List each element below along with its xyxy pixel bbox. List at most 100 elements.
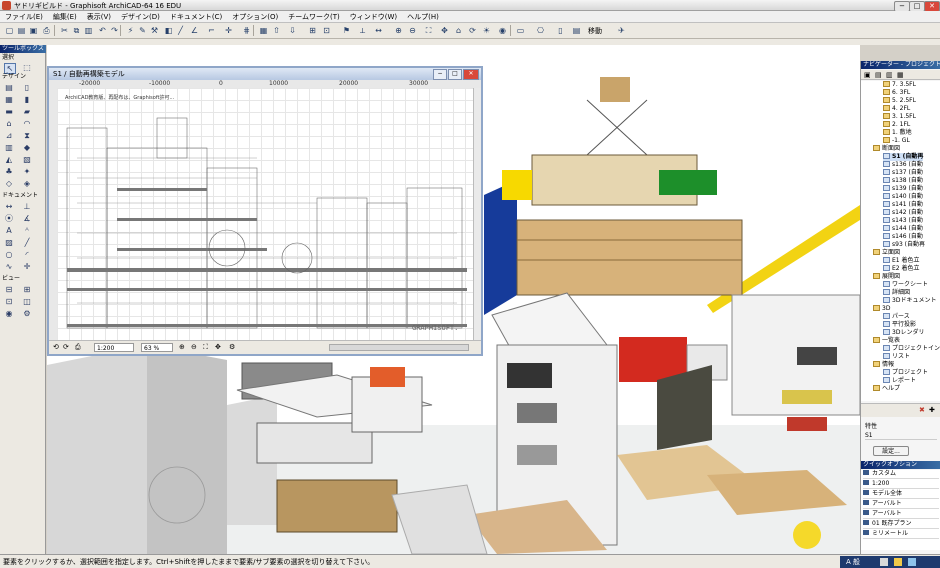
redo-zoom-icon[interactable]: ⟳ xyxy=(63,343,69,351)
menu-options[interactable]: オプション(O) xyxy=(227,11,283,22)
project-map-icon[interactable]: ▣ xyxy=(864,71,871,79)
walk-icon[interactable]: ✈ xyxy=(615,25,628,38)
mesh-tool-icon[interactable]: ◭ xyxy=(4,155,14,164)
section-minimize-button[interactable]: − xyxy=(433,69,447,80)
menu-teamwork[interactable]: チームワーク(T) xyxy=(283,11,345,22)
quick-option-row[interactable]: ミリメートル xyxy=(863,530,939,539)
quick-option-row[interactable]: アーバルト xyxy=(863,510,939,519)
menu-window[interactable]: ウィンドウ(W) xyxy=(345,11,402,22)
dimension-icon[interactable]: ↔ xyxy=(372,25,385,38)
hotspot-tool-icon[interactable]: ✛ xyxy=(22,262,32,271)
menu-view[interactable]: 表示(V) xyxy=(82,11,116,22)
nav-item[interactable]: s141 (自動 xyxy=(883,201,923,209)
nav-item[interactable]: プロジェクト xyxy=(883,369,928,377)
angle-dimension-icon[interactable]: ∡ xyxy=(22,214,32,223)
nav-item[interactable]: -1. GL xyxy=(883,137,910,145)
nav-item[interactable]: s140 (自動 xyxy=(883,193,923,201)
fit-in-window-icon[interactable]: ⛶ xyxy=(203,343,208,352)
section-view-icon[interactable]: ⊞ xyxy=(306,25,319,38)
object-tool-icon[interactable]: ♣ xyxy=(4,167,14,176)
settings-button[interactable]: 設定... xyxy=(873,446,909,456)
nav-item[interactable]: E1 着色立 xyxy=(883,257,920,265)
settings-icon[interactable]: ⚙ xyxy=(229,343,235,351)
layout-icon[interactable]: ▯ xyxy=(554,25,567,38)
tray-icon[interactable] xyxy=(880,558,888,566)
quick-option-row[interactable]: モデル全体 xyxy=(863,490,939,499)
snap-icon[interactable]: ⌐ xyxy=(205,25,218,38)
quick-option-row[interactable]: カスタム xyxy=(863,470,939,479)
trim-icon[interactable]: ✛ xyxy=(222,25,235,38)
fit-window-icon[interactable]: ⛶ xyxy=(422,25,435,38)
lamp-tool-icon[interactable]: ✦ xyxy=(22,167,32,176)
slab-tool-icon[interactable]: ▰ xyxy=(22,107,32,116)
nav-item[interactable]: ワークシート xyxy=(883,281,928,289)
delete-icon[interactable]: ✖ xyxy=(919,406,925,414)
corner-window-icon[interactable]: ◈ xyxy=(22,179,32,188)
new-view-icon[interactable]: ✚ xyxy=(929,406,935,414)
nav-item[interactable]: 断面図 xyxy=(873,145,900,153)
nav-item[interactable]: s137 (自動 xyxy=(883,169,923,177)
elevation-tool-icon[interactable]: ⊞ xyxy=(22,285,32,294)
section-vertical-scrollbar[interactable] xyxy=(473,88,481,340)
nav-item[interactable]: 展開図 xyxy=(873,273,900,281)
flag-icon[interactable]: ⚑ xyxy=(340,25,353,38)
circle-tool-icon[interactable]: ○ xyxy=(4,250,14,259)
arrow-down-icon[interactable]: ⇩ xyxy=(286,25,299,38)
plan-icon[interactable]: ▦ xyxy=(257,25,270,38)
paste-icon[interactable]: ▥ xyxy=(82,25,95,38)
nav-item[interactable]: 3. 1.5FL xyxy=(883,113,916,121)
nav-item[interactable]: s146 (自動 xyxy=(883,233,923,241)
nav-item[interactable]: 4. 2FL xyxy=(883,105,910,113)
home-icon[interactable]: ⌂ xyxy=(452,25,465,38)
shell-tool-icon[interactable]: ◠ xyxy=(22,119,32,128)
menu-design[interactable]: デザイン(D) xyxy=(116,11,165,22)
arrow-up-icon[interactable]: ⇧ xyxy=(270,25,283,38)
nav-item[interactable]: s138 (自動 xyxy=(883,177,923,185)
nav-item[interactable]: 7. 3.5FL xyxy=(883,81,916,89)
section-window-titlebar[interactable]: S1 / 自動再構築モデル − □ ✕ xyxy=(49,68,481,80)
radial-dimension-icon[interactable]: ⦿ xyxy=(4,214,14,223)
nav-item[interactable]: パース xyxy=(883,313,910,321)
ime-indicator[interactable]: A 般 xyxy=(846,557,860,567)
nav-item[interactable]: 立面図 xyxy=(873,249,900,257)
nav-item[interactable]: 詳細図 xyxy=(883,289,910,297)
move-label[interactable]: 移動 xyxy=(588,26,602,36)
level-dimension-icon[interactable]: ⊥ xyxy=(22,202,32,211)
line-type-icon[interactable]: ╱ xyxy=(174,25,187,38)
marquee-tool-icon[interactable]: ⬚ xyxy=(22,63,32,72)
nav-item[interactable]: s143 (自動 xyxy=(883,217,923,225)
nav-item[interactable]: s93 (自動再 xyxy=(883,241,925,249)
angle-icon[interactable]: ∠ xyxy=(188,25,201,38)
menu-edit[interactable]: 編集(E) xyxy=(48,11,82,22)
detail-tool-icon[interactable]: ◉ xyxy=(4,309,14,318)
line-tool-icon[interactable]: ╱ xyxy=(22,238,32,247)
nav-item[interactable]: 平行投影 xyxy=(883,321,916,329)
zoom-in-icon[interactable]: ⊕ xyxy=(392,25,405,38)
curtain-wall-icon[interactable]: ▥ xyxy=(4,143,14,152)
section-drawing-canvas[interactable]: ArchiCAD教育版、再配布は、Graphisoft許可... GRAPHIS… xyxy=(57,88,473,340)
camera-icon[interactable]: ◉ xyxy=(496,25,509,38)
section-window[interactable]: S1 / 自動再構築モデル − □ ✕ -20000 -10000 0 1000… xyxy=(47,66,483,356)
beam-tool-icon[interactable]: ▬ xyxy=(4,107,14,116)
fill-tool-icon[interactable]: ▨ xyxy=(4,238,14,247)
scale-field[interactable]: 1:200 xyxy=(94,343,134,352)
dimension-tool-icon[interactable]: ↔ xyxy=(4,202,14,211)
arc-tool-icon[interactable]: ◜ xyxy=(22,250,32,259)
zoom-out-icon[interactable]: ⊖ xyxy=(191,343,197,351)
light-icon[interactable]: ☀ xyxy=(480,25,493,38)
pan-icon[interactable]: ✥ xyxy=(438,25,451,38)
view-map-icon[interactable]: ▤ xyxy=(875,71,882,79)
nav-item[interactable]: リスト xyxy=(883,353,910,361)
menu-file[interactable]: ファイル(E) xyxy=(0,11,48,22)
spline-tool-icon[interactable]: ∿ xyxy=(4,262,14,271)
brush-icon[interactable]: ⚒ xyxy=(148,25,161,38)
measure-icon[interactable]: ⟂ xyxy=(356,25,369,38)
skylight-tool-icon[interactable]: ◇ xyxy=(4,179,14,188)
undo-zoom-icon[interactable]: ⟲ xyxy=(53,343,59,351)
label-tool-icon[interactable]: ᴬ xyxy=(22,226,32,235)
nav-item[interactable]: レポート xyxy=(883,377,916,385)
nav-item[interactable]: 3Dレンダリ xyxy=(883,329,924,337)
elevation-icon[interactable]: ⊡ xyxy=(320,25,333,38)
tray-icon[interactable] xyxy=(908,558,916,566)
pan-icon[interactable]: ✥ xyxy=(215,343,221,351)
